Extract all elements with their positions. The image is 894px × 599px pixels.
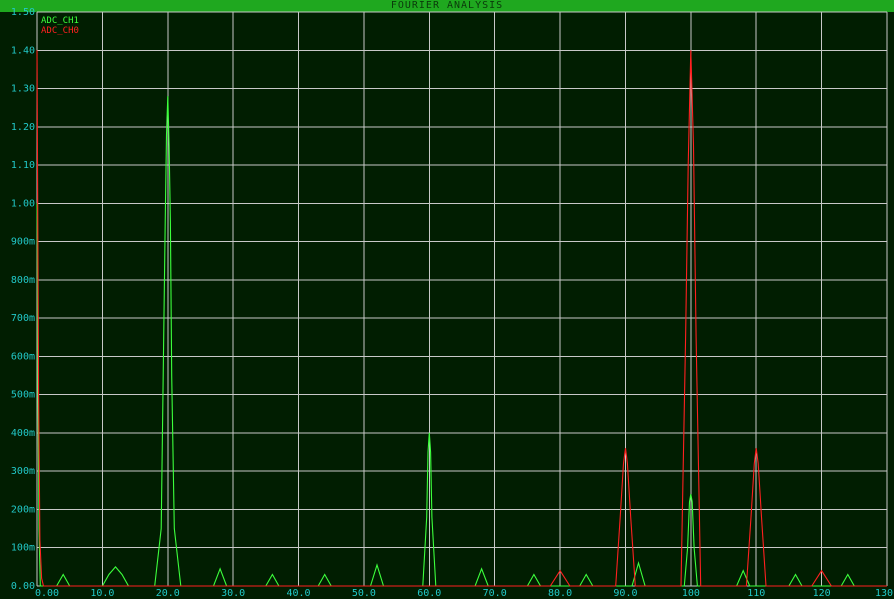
x-tick-label: 120 bbox=[813, 588, 831, 599]
x-tick-label: 70.0 bbox=[483, 588, 507, 599]
y-tick-label: 0.00 bbox=[11, 581, 35, 592]
x-tick-label: 110 bbox=[747, 588, 765, 599]
x-tick-label: 20.0 bbox=[156, 588, 180, 599]
x-tick-label: 90.0 bbox=[613, 588, 637, 599]
y-tick-label: 800m bbox=[11, 275, 35, 286]
legend-entry-adc-ch1: ADC_CH1 bbox=[41, 16, 79, 26]
y-tick-label: 400m bbox=[11, 428, 35, 439]
x-tick-label: 40.0 bbox=[286, 588, 310, 599]
x-tick-label: 100 bbox=[682, 588, 700, 599]
y-tick-label: 100m bbox=[11, 543, 35, 554]
plot-background bbox=[0, 12, 894, 599]
y-tick-label: 1.20 bbox=[11, 122, 35, 133]
legend-entry-adc-ch0: ADC_CH0 bbox=[41, 26, 79, 36]
x-tick-label: 50.0 bbox=[352, 588, 376, 599]
x-tick-label: 10.0 bbox=[90, 588, 114, 599]
y-tick-label: 600m bbox=[11, 351, 35, 362]
y-tick-label: 900m bbox=[11, 237, 35, 248]
y-tick-label: 1.10 bbox=[11, 160, 35, 171]
y-tick-label: 500m bbox=[11, 390, 35, 401]
y-tick-label: 200m bbox=[11, 504, 35, 515]
x-tick-label: 80.0 bbox=[548, 588, 572, 599]
y-tick-label: 1.50 bbox=[11, 7, 35, 18]
y-tick-label: 1.00 bbox=[11, 198, 35, 209]
legend: ADC_CH1ADC_CH0 bbox=[41, 16, 79, 36]
x-tick-label: 60.0 bbox=[417, 588, 441, 599]
y-tick-label: 1.40 bbox=[11, 45, 35, 56]
y-tick-label: 700m bbox=[11, 313, 35, 324]
y-tick-label: 300m bbox=[11, 466, 35, 477]
x-tick-label: 30.0 bbox=[221, 588, 245, 599]
x-tick-label: 130 bbox=[875, 588, 893, 599]
x-tick-label: 0.00 bbox=[35, 588, 59, 599]
fourier-plot: 0.00 10.0 20.0 30.0 40.0 50.0 60.0 70.0 80.0 90.0… bbox=[0, 7, 894, 599]
y-tick-label: 1.30 bbox=[11, 84, 35, 95]
